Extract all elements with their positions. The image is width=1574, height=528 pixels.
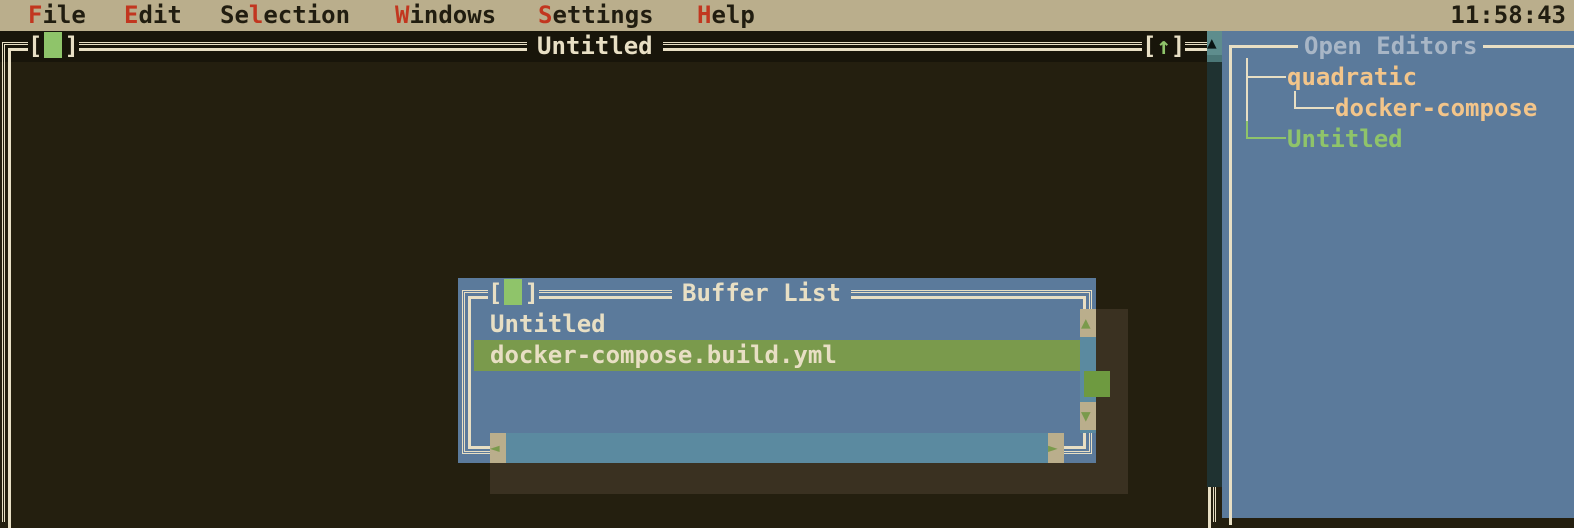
editor-vertical-scrollbar[interactable] (1207, 31, 1222, 487)
menu-settings-label: ettings (552, 1, 654, 29)
editor-maximize-button[interactable]: [↑] (1142, 31, 1186, 62)
tree-item-untitled[interactable]: Untitled (1287, 124, 1403, 155)
scroll-right-icon: ► (1048, 438, 1058, 457)
scroll-up-icon: ▲ (1081, 313, 1091, 332)
buffer-list: Untitled docker-compose.build.yml (474, 309, 1080, 433)
dialog-scroll-thumb[interactable] (1084, 371, 1110, 397)
menu-file-hotkey: F (28, 1, 43, 29)
editor-close-bracket-close: ] (64, 32, 79, 60)
menu-windows-label: indows (409, 1, 497, 29)
maximize-arrow-icon: ↑ (1156, 32, 1171, 60)
menu-settings[interactable]: Settings (538, 0, 654, 31)
editor-max-bracket-open: [ (1142, 32, 1157, 60)
buffer-item-docker-compose[interactable]: docker-compose.build.yml (474, 340, 1080, 371)
menu-selection-label: ection (263, 1, 351, 29)
editor-title: Untitled (527, 31, 663, 62)
menu-selection-hotkey: l (248, 1, 264, 29)
open-editors-panel: Open Editors quadratic docker-compose Un… (1222, 31, 1574, 525)
tree-item-quadratic[interactable]: quadratic (1287, 62, 1417, 93)
menu-help-label: elp (711, 1, 755, 29)
scroll-left-icon: ◄ (490, 438, 500, 457)
menu-help[interactable]: Help (697, 0, 755, 31)
editor-max-bracket-close: ] (1170, 32, 1186, 60)
dialog-shadow-bottom (490, 463, 1128, 494)
editor-close-button[interactable]: [] (28, 31, 79, 62)
menu-edit[interactable]: Edit (124, 0, 182, 31)
dialog-title: Buffer List (672, 278, 851, 309)
scroll-down-icon: ▼ (1081, 406, 1091, 425)
menu-file-label: ile (42, 1, 86, 29)
tree-connector-h2 (1294, 107, 1334, 109)
menu-file[interactable]: File (28, 0, 86, 31)
menu-bar: File Edit Selection Windows Settings Hel… (0, 0, 1574, 31)
menu-selection-pre: Se (220, 1, 249, 29)
buffer-list-dialog[interactable]: [] Buffer List Untitled docker-compose.b… (458, 278, 1110, 463)
open-editors-title: Open Editors (1298, 31, 1484, 62)
close-icon (44, 32, 63, 58)
tree-connector-child-vertical (1294, 91, 1296, 108)
menu-settings-hotkey: S (538, 1, 553, 29)
buffer-item-untitled[interactable]: Untitled (474, 309, 1080, 340)
menu-windows[interactable]: Windows (395, 0, 496, 31)
menu-help-hotkey: H (697, 1, 712, 29)
editor-scroll-thumb[interactable] (1207, 55, 1222, 62)
tree-connector-green-vertical (1246, 121, 1248, 138)
menu-edit-label: dit (138, 1, 182, 29)
tree-connector-h1 (1246, 76, 1286, 78)
dialog-close-bracket-close: ] (524, 279, 539, 307)
menu-edit-hotkey: E (124, 1, 139, 29)
dialog-horizontal-scrollbar[interactable] (490, 433, 1064, 463)
close-icon (504, 279, 523, 305)
menu-windows-hotkey: W (395, 1, 410, 29)
scroll-up-icon: ▲ (1207, 33, 1217, 52)
menu-selection[interactable]: Selection (220, 0, 350, 31)
editor-close-bracket-open: [ (28, 32, 43, 60)
clock: 11:58:43 (1450, 1, 1566, 29)
tree-connector-h3 (1246, 137, 1286, 139)
dialog-close-button[interactable]: [] (488, 278, 539, 309)
tree-item-docker-compose[interactable]: docker-compose (1335, 93, 1537, 124)
dialog-close-bracket-open: [ (488, 279, 503, 307)
